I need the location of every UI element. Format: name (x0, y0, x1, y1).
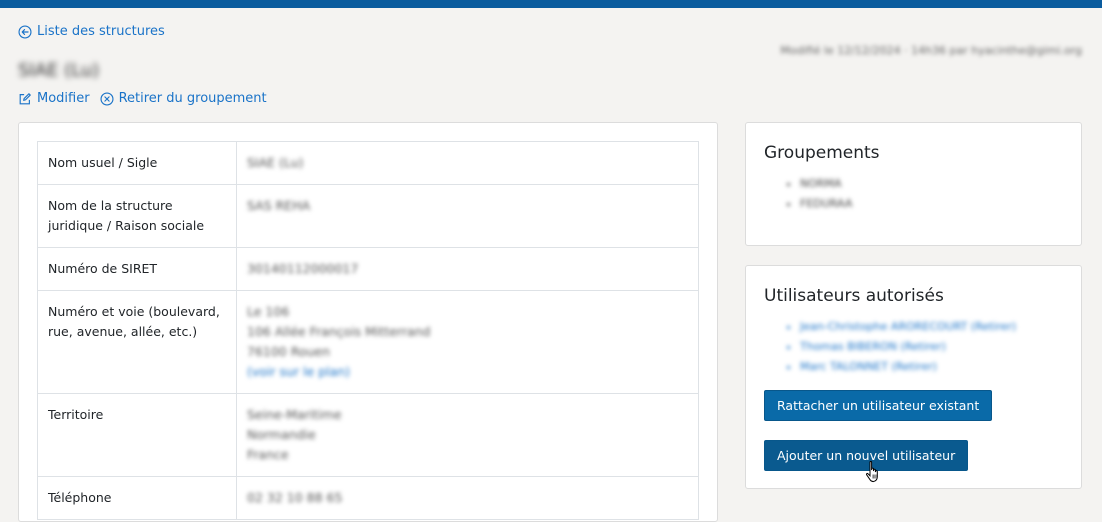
row-label: Numéro et voie (boulevard, rue, avenue, … (37, 290, 237, 394)
edit-icon (19, 92, 31, 104)
row-value: Seine-Maritime Normandie France (236, 393, 699, 477)
row-label: Nom usuel / Sigle (37, 141, 237, 185)
arrow-circle-left-icon (18, 24, 32, 39)
hand-pointer-icon (865, 461, 878, 483)
edit-link-label: Modifier (37, 91, 90, 106)
row-label: Nom de la structure juridique / Raison s… (37, 184, 237, 248)
modified-info: Modifié le 12/12/2024 · 14h36 par hyacin… (780, 44, 1082, 57)
row-label: Numéro de SIRET (37, 247, 237, 291)
structure-info-card: Nom usuel / Sigle SIAE (Lu) Nom de la st… (18, 122, 718, 522)
table-row: Nom usuel / Sigle SIAE (Lu) (37, 141, 699, 185)
row-value: SAS REHA (236, 184, 699, 248)
close-circle-icon (100, 91, 114, 106)
list-item: NORMA (800, 174, 852, 194)
remove-link-label: Retirer du groupement (118, 91, 267, 106)
table-row: Territoire Seine-Maritime Normandie Fran… (37, 393, 699, 477)
groups-title: Groupements (764, 143, 880, 163)
remove-from-group-link[interactable]: Retirer du groupement (100, 91, 267, 106)
back-to-structures-link[interactable]: Liste des structures (18, 24, 165, 39)
row-value: 30140112000017 (236, 247, 699, 291)
users-card: Utilisateurs autorisés Jean-Christophe A… (745, 265, 1082, 489)
list-item[interactable]: Thomas BIBERON (Retirer) (800, 337, 1016, 357)
table-row: Téléphone 02 32 10 88 65 (37, 476, 699, 520)
users-title: Utilisateurs autorisés (764, 286, 944, 306)
list-item[interactable]: Jean-Christophe ARORECOURT (Retirer) (800, 317, 1016, 337)
structure-info-table: Nom usuel / Sigle SIAE (Lu) Nom de la st… (37, 141, 699, 520)
list-item: FEDURAA (800, 194, 852, 214)
map-link[interactable]: (voir sur le plan) (247, 362, 688, 382)
structure-actions: Modifier Retirer du groupement (18, 91, 267, 106)
attach-user-button[interactable]: Rattacher un utilisateur existant (764, 390, 993, 421)
table-row: Numéro de SIRET 30140112000017 (37, 247, 699, 291)
row-value: Le 106 106 Allée François Mitterrand 761… (236, 290, 699, 394)
table-row: Numéro et voie (boulevard, rue, avenue, … (37, 290, 699, 394)
table-row: Nom de la structure juridique / Raison s… (37, 184, 699, 248)
row-label: Territoire (37, 393, 237, 477)
groups-list: NORMA FEDURAA (782, 174, 852, 214)
back-link-label: Liste des structures (37, 24, 165, 39)
row-label: Téléphone (37, 476, 237, 520)
users-list: Jean-Christophe ARORECOURT (Retirer) Tho… (782, 317, 1016, 377)
edit-link[interactable]: Modifier (18, 91, 90, 106)
row-value: SIAE (Lu) (236, 141, 699, 185)
list-item[interactable]: Marc TALONNET (Retirer) (800, 357, 1016, 377)
page-title: SIAE (Lu) (18, 60, 100, 81)
row-value: 02 32 10 88 65 (236, 476, 699, 520)
top-bar (0, 0, 1102, 8)
groups-card: Groupements NORMA FEDURAA (745, 122, 1082, 246)
